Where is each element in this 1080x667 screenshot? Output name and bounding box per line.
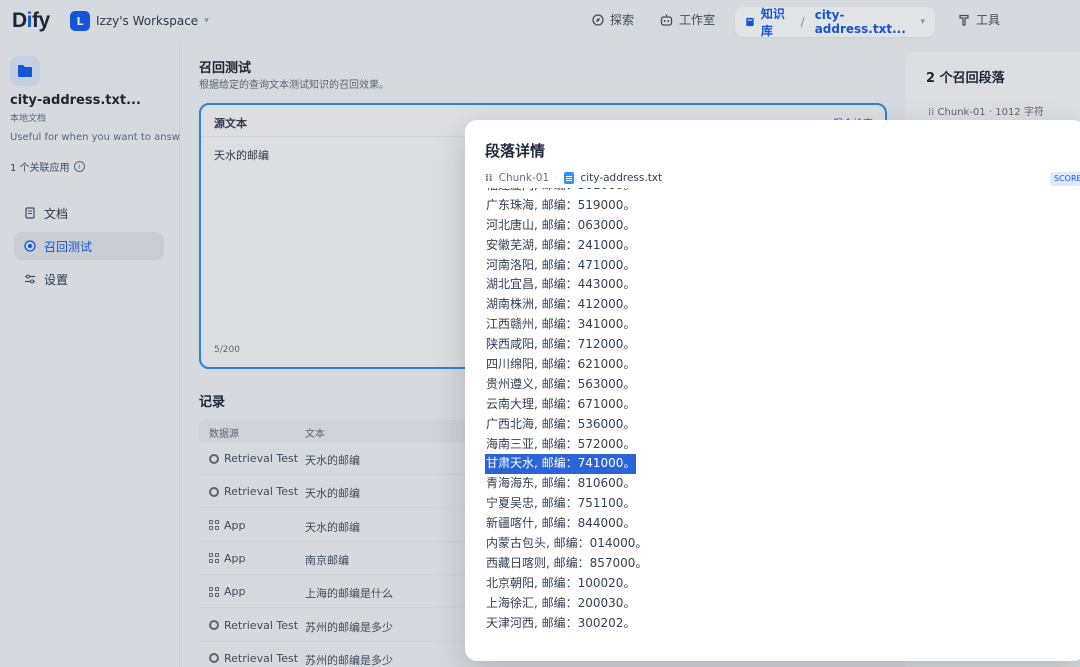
segment-detail-modal: 段落详情 ⁞⁞ Chunk-01 · city-address.txt SCOR… (465, 120, 1080, 661)
modal-meta: ⁞⁞ Chunk-01 · city-address.txt (485, 172, 663, 184)
content-line: 湖南株洲, 邮编：412000。 (486, 297, 636, 312)
content-line: 陕西咸阳, 邮编：712000。 (486, 337, 636, 352)
content-line: 云南大理, 邮编：671000。 (486, 396, 636, 411)
segment-content[interactable]: 福建厦门, 邮编：361000。广东珠海, 邮编：519000。河北唐山, 邮编… (485, 188, 1045, 648)
content-line: 广西北海, 邮编：536000。 (486, 416, 636, 431)
content-line: 河南洛阳, 邮编：471000。 (486, 257, 636, 272)
file-name: city-address.txt (580, 172, 663, 184)
content-line: 河北唐山, 邮编：063000。 (486, 217, 636, 232)
content-line: 海南三亚, 邮编：572000。 (486, 436, 636, 451)
content-line: 四川绵阳, 邮编：621000。 (486, 357, 636, 372)
content-line: 青海海东, 邮编：810600。 (486, 476, 636, 491)
content-line: 西藏日喀则, 邮编：857000。 (486, 555, 648, 570)
modal-title: 段落详情 (485, 142, 546, 160)
score-badge: SCORE (1050, 172, 1080, 186)
content-line: 北京朝阳, 邮编：100020。 (486, 575, 636, 590)
hash-icon: ⁞⁞ (485, 172, 493, 184)
content-line: 内蒙古包头, 邮编：014000。 (486, 536, 648, 551)
file-icon (564, 172, 575, 184)
content-line: 上海徐汇, 邮编：200030。 (486, 595, 636, 610)
content-line: 湖北宜昌, 邮编：443000。 (486, 277, 636, 292)
content-line: 安徽芜湖, 邮编：241000。 (486, 237, 636, 252)
content-line: 广东珠海, 邮编：519000。 (486, 197, 636, 212)
content-line: 江西赣州, 邮编：341000。 (486, 317, 636, 332)
content-line: 天津河西, 邮编：300202。 (486, 615, 636, 630)
highlighted-line: 甘肃天水, 邮编：741000。 (485, 454, 1045, 475)
content-line: 新疆喀什, 邮编：844000。 (486, 516, 636, 531)
chunk-label: Chunk-01 (498, 172, 550, 184)
content-line: 贵州遵义, 邮编：563000。 (486, 376, 636, 391)
content-line: 福建厦门, 邮编：361000。 (485, 188, 1045, 196)
content-line: 宁夏吴忠, 邮编：751100。 (486, 496, 636, 511)
